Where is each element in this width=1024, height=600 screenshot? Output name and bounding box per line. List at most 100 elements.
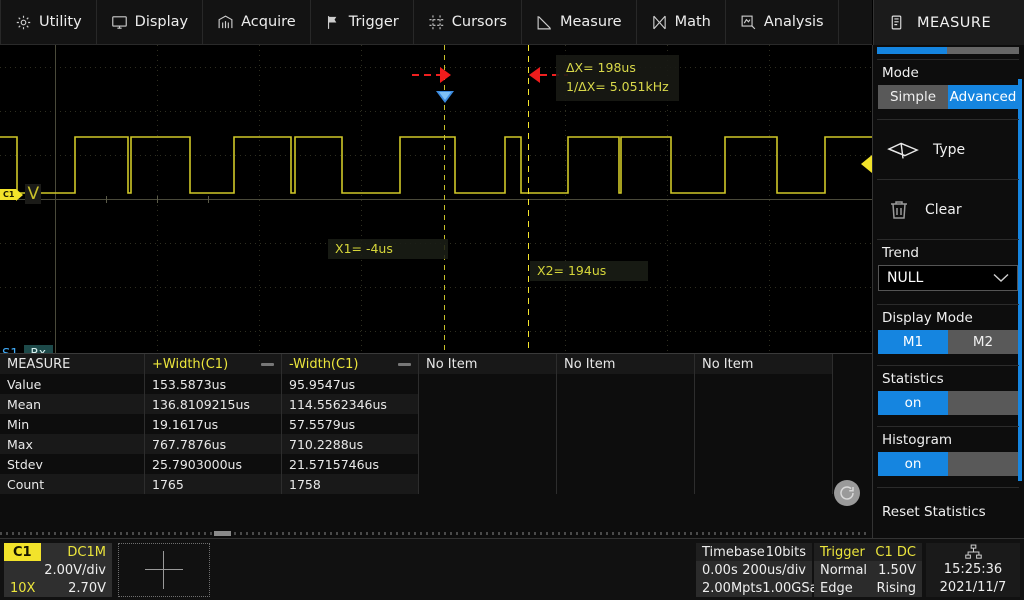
mode-option-simple[interactable]: Simple xyxy=(878,85,948,109)
channel1-unit-label: V xyxy=(25,184,42,204)
cursor-x1-dash xyxy=(412,74,440,76)
cursor-x2-line[interactable] xyxy=(528,45,529,353)
column-header-4[interactable]: No Item xyxy=(557,354,695,374)
decode-lane-rx[interactable]: Rx xyxy=(23,345,53,353)
measure-statistics-table: MEASURE +Width(C1) -Width(C1) No Item No… xyxy=(0,353,872,538)
menu-item-display[interactable]: Display xyxy=(97,0,204,44)
trigger-level: 1.50V xyxy=(878,562,916,578)
table-row: Stdev 25.7903000us 21.5715746us xyxy=(0,454,872,474)
table-header-row: MEASURE +Width(C1) -Width(C1) No Item No… xyxy=(0,354,872,374)
trend-dropdown[interactable]: NULL xyxy=(878,265,1018,291)
channel1-name[interactable]: C1 xyxy=(4,543,41,561)
display-mode-option-m2[interactable]: M2 xyxy=(948,330,1018,354)
menu-label: Utility xyxy=(39,14,82,30)
channel1-coupling: DC1M xyxy=(67,544,106,560)
mode-option-advanced[interactable]: Advanced xyxy=(948,85,1018,109)
row-label-min: Min xyxy=(0,414,145,434)
histogram-label: Histogram xyxy=(882,432,953,448)
cell-stdev-col5 xyxy=(695,454,833,474)
display-mode-option-m1[interactable]: M1 xyxy=(878,330,948,354)
histogram-toggle[interactable]: on xyxy=(878,452,1018,476)
refresh-icon xyxy=(840,486,854,500)
timebase-memory: 2.00Mpts xyxy=(702,580,763,596)
bottom-status-bar: C1 DC1M 2.00V/div 10X 2.70V Timebase 10b… xyxy=(0,538,1024,600)
waveform-display[interactable]: ΔX= 198us 1/ΔX= 5.051kHz X1= -4us X2= 19… xyxy=(0,45,872,353)
cell-value-col5 xyxy=(695,374,833,394)
cell-min-col2: 57.5579us xyxy=(282,414,419,434)
table-row: Min 19.1617us 57.5579us xyxy=(0,414,872,434)
menu-item-acquire[interactable]: Acquire xyxy=(203,0,311,44)
network-icon-wrap[interactable] xyxy=(926,543,1020,561)
table-row: Mean 136.8109215us 114.5562346us xyxy=(0,394,872,414)
trigger-title: Trigger xyxy=(820,544,865,560)
cell-max-col5 xyxy=(695,434,833,454)
statistics-label: Statistics xyxy=(882,371,944,387)
statistics-option-off[interactable] xyxy=(948,391,1018,415)
menu-item-cursors[interactable]: Cursors xyxy=(414,0,522,44)
remove-column-1-button[interactable] xyxy=(261,362,274,366)
menu-item-math[interactable]: Math xyxy=(637,0,726,44)
analysis-icon xyxy=(740,14,757,31)
trash-icon xyxy=(891,201,907,219)
channel1-ground-marker[interactable]: C1 V xyxy=(0,184,42,204)
clipboard-icon xyxy=(891,15,902,30)
column-header-1[interactable]: +Width(C1) xyxy=(145,354,282,374)
menu-item-utility[interactable]: Utility xyxy=(0,0,97,44)
channel1-probe: 10X xyxy=(10,580,36,596)
column-header-2[interactable]: -Width(C1) xyxy=(282,354,419,374)
channel1-marker-label: C1 xyxy=(0,188,25,201)
trigger-position-marker-inner xyxy=(439,92,451,100)
sidebar-section-trend: Trend NULL xyxy=(877,239,1019,297)
column-header-2-text: -Width(C1) xyxy=(289,356,359,372)
clock-time: 15:25:36 xyxy=(943,562,1003,577)
statistics-option-on[interactable]: on xyxy=(878,391,948,415)
cell-value-col4 xyxy=(557,374,695,394)
menu-label: Acquire xyxy=(241,14,296,30)
trigger-level-marker[interactable] xyxy=(861,155,872,173)
sidebar-section-statistics: Statistics on xyxy=(877,365,1019,421)
sidebar-section-reset[interactable]: Reset Statistics xyxy=(877,487,1019,536)
trend-label: Trend xyxy=(882,245,919,261)
mode-segmented-control[interactable]: Simple Advanced xyxy=(878,85,1018,109)
timebase-delay: 0.00s xyxy=(702,562,738,578)
remove-column-2-button[interactable] xyxy=(398,362,411,366)
trigger-box[interactable]: Trigger C1 DC Normal 1.50V Edge Rising xyxy=(814,543,922,597)
sidebar-header: MEASURE xyxy=(873,0,1024,45)
sidebar-item-clear[interactable]: Clear xyxy=(877,180,1019,240)
cell-mean-col3 xyxy=(419,394,557,414)
column-header-3[interactable]: No Item xyxy=(419,354,557,374)
menu-item-trigger[interactable]: Trigger xyxy=(311,0,414,44)
reset-statistics-button[interactable]: Reset Statistics xyxy=(877,488,1019,536)
statistics-toggle[interactable]: on xyxy=(878,391,1018,415)
trigger-coupling: DC xyxy=(896,544,916,560)
top-menu-bar: Utility Display Acquire Trigger Cursors xyxy=(0,0,872,45)
cell-mean-col4 xyxy=(557,394,695,414)
trigger-type: Edge xyxy=(820,580,853,596)
scrollbar-thumb[interactable] xyxy=(214,531,231,536)
measure-icon xyxy=(536,14,553,31)
measure-sidebar-panel: MEASURE Mode Simple Advanced Type Clear … xyxy=(872,0,1024,538)
sidebar-item-type[interactable]: Type xyxy=(877,120,1019,180)
timebase-bits: 10bits xyxy=(765,544,806,560)
table-horizontal-scrollbar[interactable] xyxy=(0,531,866,536)
sidebar-section-type[interactable]: Type xyxy=(877,119,1019,180)
sidebar-progress-bar[interactable] xyxy=(877,47,1019,54)
cursor-delta-readout: ΔX= 198us 1/ΔX= 5.051kHz xyxy=(556,55,679,101)
column-header-5[interactable]: No Item xyxy=(695,354,833,374)
refresh-statistics-button[interactable] xyxy=(834,480,860,506)
cursor-x1-handle[interactable] xyxy=(412,67,451,83)
channel1-settings-box[interactable]: C1 DC1M 2.00V/div 10X 2.70V xyxy=(4,543,112,597)
histogram-option-on[interactable]: on xyxy=(878,452,948,476)
menu-item-measure[interactable]: Measure xyxy=(522,0,637,44)
table-row: Value 153.5873us 95.9547us xyxy=(0,374,872,394)
flag-icon xyxy=(325,14,342,31)
waveform-thumbnail-box[interactable] xyxy=(118,543,210,597)
cell-min-col1: 19.1617us xyxy=(145,414,282,434)
trigger-slope: Rising xyxy=(876,580,916,596)
sidebar-section-clear[interactable]: Clear xyxy=(877,179,1019,240)
display-mode-segmented-control[interactable]: M1 M2 xyxy=(878,330,1018,354)
timebase-box[interactable]: Timebase 10bits 0.00s 200us/div 2.00Mpts… xyxy=(696,543,829,597)
histogram-option-off[interactable] xyxy=(948,452,1018,476)
menu-item-analysis[interactable]: Analysis xyxy=(726,0,839,44)
clock-date: 2021/11/7 xyxy=(939,580,1007,595)
